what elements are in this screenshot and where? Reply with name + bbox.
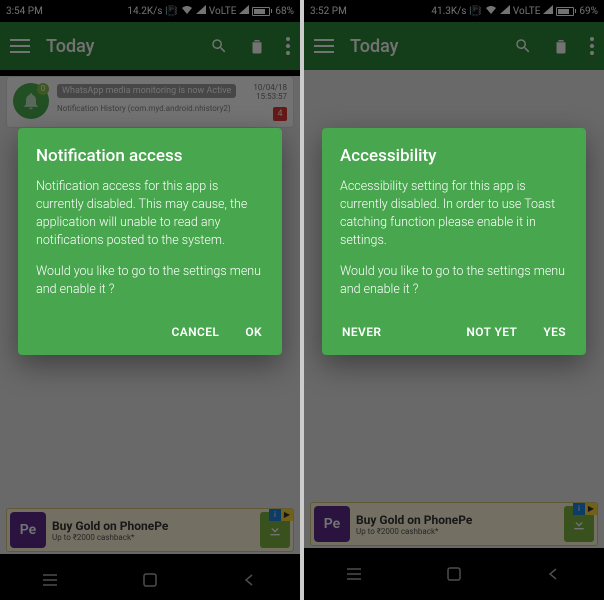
dialog-body-1: Accessibility setting for this app is cu… — [340, 178, 568, 251]
dialog-title: Notification access — [36, 146, 264, 166]
dialog-body-1: Notification access for this app is curr… — [36, 178, 264, 251]
never-button[interactable]: NEVER — [340, 321, 383, 343]
dialog-body-2: Would you like to go to the settings men… — [36, 263, 264, 299]
phone-right: 3:52 PM 41.3K/s 📳 VoLTE 69% — [304, 0, 604, 600]
dialog-accessibility: Accessibility Accessibility setting for … — [322, 128, 586, 355]
ok-button[interactable]: OK — [243, 321, 264, 343]
yes-button[interactable]: YES — [541, 321, 568, 343]
dialog-body-2: Would you like to go to the settings men… — [340, 263, 568, 299]
phone-left: 3:54 PM 14.2K/s 📳 VoLTE 68% — [0, 0, 300, 600]
dialog-title: Accessibility — [340, 146, 568, 166]
cancel-button[interactable]: CANCEL — [169, 321, 221, 343]
not-yet-button[interactable]: NOT YET — [464, 321, 519, 343]
dialog-notification-access: Notification access Notification access … — [18, 128, 282, 355]
